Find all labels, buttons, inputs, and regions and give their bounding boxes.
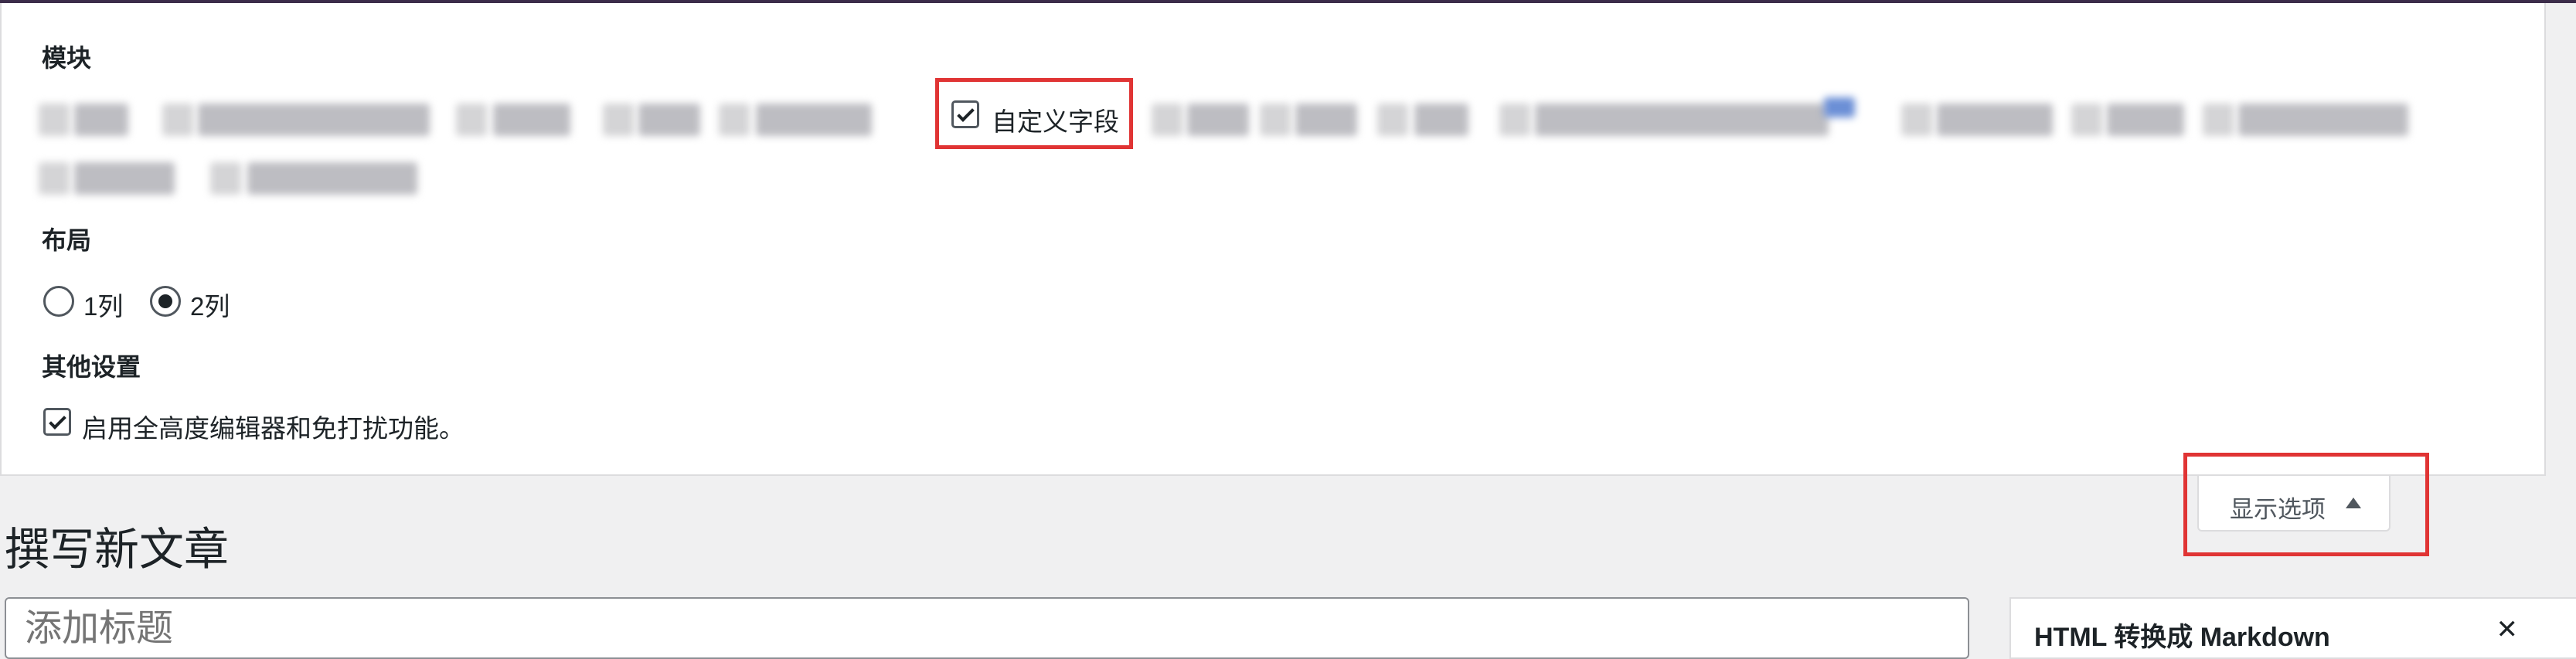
screen-options-toggle-button[interactable]: 显示选项 [2197,474,2391,532]
blurred-label [2238,104,2408,136]
blurred-checkbox[interactable] [162,104,193,136]
layout-2col-radio[interactable] [150,286,181,317]
layout-1col-radio[interactable] [43,286,74,317]
blurred-label [2107,104,2184,136]
blurred-label [638,104,700,136]
checkmark-icon [49,412,66,430]
layout-title: 布局 [42,226,92,254]
blurred-checkbox[interactable] [603,104,634,136]
blurred-label [1295,104,1357,136]
blurred-checkbox[interactable] [39,104,70,136]
layout-1col-label[interactable]: 1列 [83,286,123,323]
modules-title: 模块 [42,44,92,72]
toggle-label: 显示选项 [2230,496,2326,523]
caret-up-icon [2346,498,2361,508]
radio-selected-dot [158,294,172,308]
blurred-badge [1824,97,1855,117]
fullheight-editor-checkbox[interactable] [43,408,71,436]
close-icon[interactable]: ✕ [2496,614,2519,645]
blurred-label [1414,104,1468,136]
other-settings-title: 其他设置 [42,353,141,381]
custom-fields-checkbox[interactable] [951,100,979,128]
blurred-label [1187,104,1249,136]
blurred-label [74,104,128,136]
blurred-label [247,162,417,195]
blurred-checkbox[interactable] [2071,104,2102,136]
modules-list [39,96,2435,144]
blurred-checkbox[interactable] [719,104,750,136]
blurred-checkbox[interactable] [1152,104,1183,136]
blurred-checkbox[interactable] [1499,104,1530,136]
blurred-checkbox[interactable] [456,104,487,136]
blurred-label [1535,104,1829,136]
blurred-label [756,104,872,136]
sidebar-metabox: HTML 转换成 Markdown ✕ [2009,597,2576,659]
screen-options-panel: 模块 自定义字段 布局 1列 2列 其他设置 启用全高度编辑器和免打扰功能。 [0,3,2546,476]
blurred-checkbox[interactable] [1901,104,1932,136]
page-title: 撰写新文章 [5,525,230,575]
blurred-checkbox[interactable] [39,162,70,195]
blurred-label [493,104,570,136]
blurred-label [1937,104,2053,136]
blurred-checkbox[interactable] [1260,104,1291,136]
blurred-checkbox[interactable] [2203,104,2234,136]
checkmark-icon [957,104,975,122]
modules-list-row2 [39,155,502,202]
blurred-label [198,104,430,136]
blurred-checkbox[interactable] [1377,104,1408,136]
post-title-input[interactable] [5,597,1969,659]
blurred-label [74,162,175,195]
blurred-checkbox[interactable] [210,162,241,195]
metabox-title: HTML 转换成 Markdown [2034,623,2330,652]
fullheight-editor-label[interactable]: 启用全高度编辑器和免打扰功能。 [82,408,464,445]
custom-fields-label[interactable]: 自定义字段 [992,101,1119,138]
layout-2col-label[interactable]: 2列 [190,286,230,323]
